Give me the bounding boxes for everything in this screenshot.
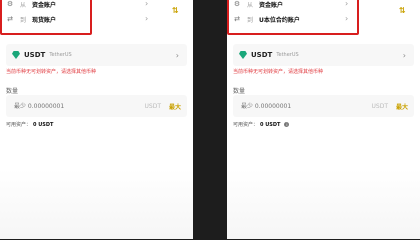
quantity-label: 数量 bbox=[6, 88, 19, 95]
settings-icon: ⚙ bbox=[6, 0, 14, 8]
chevron-right-icon[interactable]: › bbox=[345, 14, 348, 23]
transfer-panel-left: ⚙ 从 资金账户 › ⇄ 到 现货账户 › ⇅ USDT TetherUS › … bbox=[0, 0, 193, 239]
transfer-icon: ⇄ bbox=[234, 15, 240, 23]
bottom-fade bbox=[227, 169, 420, 239]
swap-icon[interactable]: ⇅ bbox=[399, 6, 406, 15]
quantity-field: USDT 最大 bbox=[233, 95, 414, 117]
to-prefix: 到 bbox=[20, 16, 27, 24]
max-button[interactable]: 最大 bbox=[396, 102, 408, 111]
no-asset-warning: 当前币种无可划转资产，请选择其他币种 bbox=[6, 69, 97, 75]
info-icon[interactable]: i bbox=[284, 122, 290, 127]
usdt-coin-icon bbox=[239, 51, 247, 59]
to-account-row[interactable]: ⇄ 到 U本位合约账户 bbox=[233, 12, 300, 26]
chevron-right-icon: › bbox=[175, 50, 179, 60]
transfer-panel-right: ⚙ 从 资金账户 › ⇄ 到 U本位合约账户 › ⇅ USDT TetherUS… bbox=[227, 0, 420, 239]
from-account-row[interactable]: ⚙ 从 资金账户 bbox=[6, 0, 56, 11]
quantity-unit: USDT bbox=[144, 102, 162, 110]
from-prefix: 从 bbox=[20, 1, 27, 9]
max-button[interactable]: 最大 bbox=[169, 102, 181, 111]
from-account-name: 资金账户 bbox=[32, 1, 57, 9]
available-label: 可用资产： bbox=[6, 122, 32, 128]
to-account-name: U本位合约账户 bbox=[259, 16, 300, 24]
chevron-right-icon[interactable]: › bbox=[345, 0, 348, 8]
chevron-right-icon: › bbox=[402, 50, 406, 60]
available-balance: 可用资产： 0 USDT i bbox=[233, 121, 290, 128]
to-account-row[interactable]: ⇄ 到 现货账户 bbox=[6, 12, 56, 26]
available-value: 0 USDT bbox=[33, 121, 54, 128]
quantity-label: 数量 bbox=[233, 88, 246, 95]
chevron-right-icon[interactable]: › bbox=[145, 0, 148, 8]
from-prefix: 从 bbox=[247, 1, 254, 9]
available-balance: 可用资产： 0 USDT bbox=[6, 121, 54, 129]
to-account-name: 现货账户 bbox=[32, 16, 57, 24]
to-prefix: 到 bbox=[247, 16, 254, 24]
chevron-right-icon[interactable]: › bbox=[145, 14, 148, 23]
quantity-input[interactable] bbox=[12, 101, 126, 111]
transfer-icon: ⇄ bbox=[7, 15, 13, 23]
coin-selector[interactable]: USDT TetherUS › bbox=[6, 44, 187, 66]
quantity-input[interactable] bbox=[239, 101, 353, 111]
coin-symbol: USDT bbox=[251, 51, 273, 59]
no-asset-warning: 当前币种无可划转资产，请选择其他币种 bbox=[233, 69, 324, 75]
screenshot-stage: ⚙ 从 资金账户 › ⇄ 到 现货账户 › ⇅ USDT TetherUS › … bbox=[0, 0, 420, 239]
coin-full-name: TetherUS bbox=[276, 52, 299, 58]
from-account-name: 资金账户 bbox=[259, 1, 284, 9]
coin-selector[interactable]: USDT TetherUS › bbox=[233, 44, 414, 66]
coin-symbol: USDT bbox=[24, 51, 46, 59]
swap-icon[interactable]: ⇅ bbox=[172, 6, 179, 15]
available-value: 0 USDT bbox=[260, 121, 281, 128]
bottom-fade bbox=[0, 169, 193, 239]
quantity-unit: USDT bbox=[371, 102, 389, 110]
available-label: 可用资产： bbox=[233, 122, 259, 128]
from-account-row[interactable]: ⚙ 从 资金账户 bbox=[233, 0, 283, 11]
coin-full-name: TetherUS bbox=[49, 52, 72, 58]
settings-icon: ⚙ bbox=[233, 0, 241, 8]
usdt-coin-icon bbox=[12, 51, 20, 59]
quantity-field: USDT 最大 bbox=[6, 95, 187, 117]
